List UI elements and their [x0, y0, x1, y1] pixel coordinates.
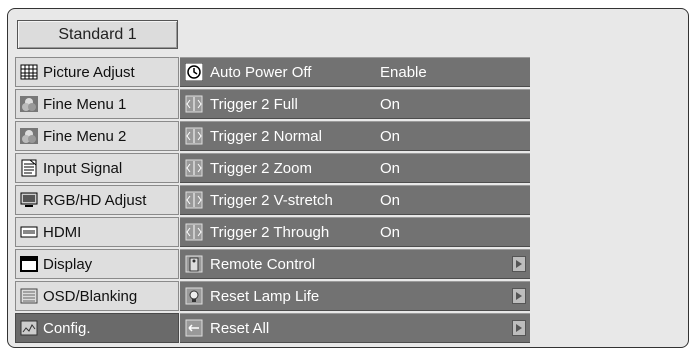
lamp-icon [184, 286, 204, 306]
setting-trigger-2-v-stretch[interactable]: Trigger 2 V-stretch On [180, 185, 530, 215]
color-circles-icon [19, 95, 39, 113]
setting-value: On [380, 191, 401, 209]
sidebar-item-label: Fine Menu 1 [43, 95, 127, 113]
setting-label: Reset Lamp Life [210, 287, 320, 305]
remote-icon [184, 254, 204, 274]
clock-icon [184, 62, 204, 82]
trigger-icon [184, 190, 204, 210]
setting-label: Trigger 2 V-stretch [210, 191, 333, 209]
setting-value: On [380, 159, 401, 177]
sidebar-item-picture-adjust[interactable]: Picture Adjust [15, 57, 179, 87]
setting-value: Enable [380, 63, 427, 81]
setting-label: Trigger 2 Full [210, 95, 298, 113]
setting-value: On [380, 95, 401, 113]
projector-menu-screen: Standard 1 Picture Adjust Fine Menu 1 Fi… [7, 8, 689, 348]
sidebar-item-hdmi[interactable]: HDMI [15, 217, 179, 247]
document-icon [19, 159, 39, 177]
monitor-icon [19, 191, 39, 209]
color-circles-icon [19, 127, 39, 145]
setting-trigger-2-normal[interactable]: Trigger 2 Normal On [180, 121, 530, 151]
sidebar-item-input-signal[interactable]: Input Signal [15, 153, 179, 183]
sidebar-item-label: RGB/HD Adjust [43, 191, 147, 209]
grid-icon [19, 63, 39, 81]
sidebar-item-label: Fine Menu 2 [43, 127, 127, 145]
sidebar-item-label: Input Signal [43, 159, 123, 177]
setting-trigger-2-through[interactable]: Trigger 2 Through On [180, 217, 530, 247]
trigger-icon [184, 158, 204, 178]
setting-reset-all[interactable]: Reset All [180, 313, 530, 343]
chevron-right-icon[interactable] [512, 256, 526, 272]
setting-remote-control[interactable]: Remote Control [180, 249, 530, 279]
setting-value: On [380, 127, 401, 145]
sidebar: Picture Adjust Fine Menu 1 Fine Menu 2 I… [15, 57, 179, 345]
hdmi-icon [19, 223, 39, 241]
setting-value: On [380, 223, 401, 241]
setting-label: Trigger 2 Normal [210, 127, 322, 145]
config-icon [19, 319, 39, 337]
sidebar-item-rgb-hd-adjust[interactable]: RGB/HD Adjust [15, 185, 179, 215]
sidebar-item-label: OSD/Blanking [43, 287, 138, 305]
sidebar-item-label: Display [43, 255, 93, 273]
setting-auto-power-off[interactable]: Auto Power Off Enable [180, 57, 530, 87]
trigger-icon [184, 94, 204, 114]
sidebar-item-fine-menu-2[interactable]: Fine Menu 2 [15, 121, 179, 151]
chevron-right-icon[interactable] [512, 320, 526, 336]
trigger-icon [184, 126, 204, 146]
config-settings-panel: Auto Power Off Enable Trigger 2 Full On … [180, 57, 530, 345]
setting-label: Trigger 2 Through [210, 223, 330, 241]
sidebar-item-label: Picture Adjust [43, 63, 135, 81]
setting-trigger-2-full[interactable]: Trigger 2 Full On [180, 89, 530, 119]
chevron-right-icon[interactable] [512, 288, 526, 304]
setting-label: Remote Control [210, 255, 316, 273]
sidebar-item-label: HDMI [43, 223, 82, 241]
osd-icon [19, 287, 39, 305]
trigger-icon [184, 222, 204, 242]
setting-reset-lamp-life[interactable]: Reset Lamp Life [180, 281, 530, 311]
sidebar-item-display[interactable]: Display [15, 249, 179, 279]
sidebar-item-fine-menu-1[interactable]: Fine Menu 1 [15, 89, 179, 119]
setting-label: Trigger 2 Zoom [210, 159, 312, 177]
setting-label: Reset All [210, 319, 270, 337]
setting-label: Auto Power Off [210, 63, 312, 81]
display-icon [19, 255, 39, 273]
sidebar-item-config[interactable]: Config. [15, 313, 179, 343]
sidebar-item-osd-blanking[interactable]: OSD/Blanking [15, 281, 179, 311]
sidebar-item-label: Config. [43, 319, 91, 337]
picture-mode-button[interactable]: Standard 1 [17, 20, 178, 49]
reset-icon [184, 318, 204, 338]
setting-trigger-2-zoom[interactable]: Trigger 2 Zoom On [180, 153, 530, 183]
